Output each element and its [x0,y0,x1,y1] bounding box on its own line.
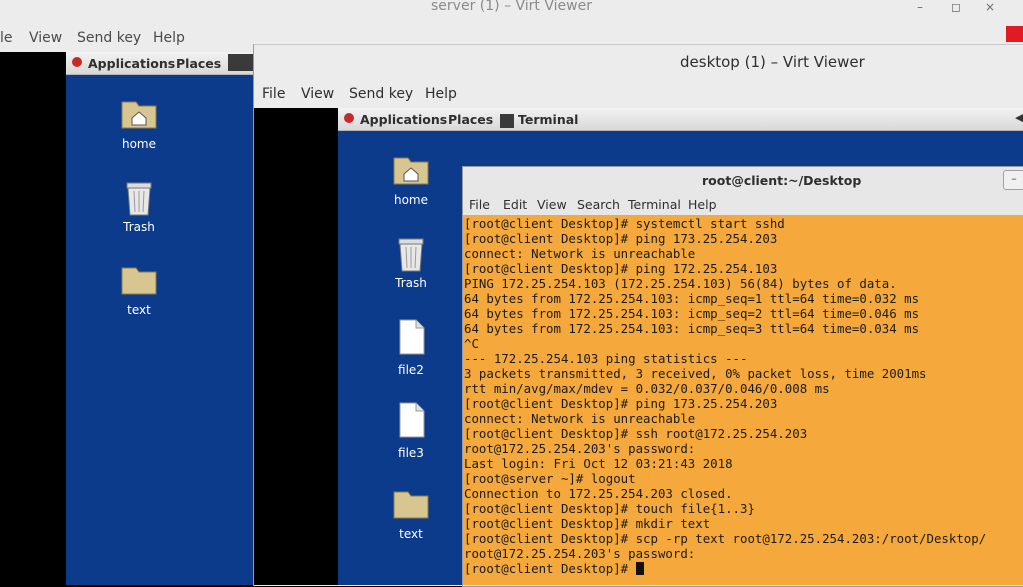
volume-icon[interactable]: ◀ [1015,111,1023,124]
desktop-icon-file2[interactable]: file2 [371,318,451,377]
terminal-task-icon[interactable] [228,54,253,71]
terminal-line: 3 packets transmitted, 3 received, 0% pa… [464,366,927,381]
menu-help[interactable]: Help [425,86,457,102]
terminal-minimize-button[interactable]: – [1003,170,1023,190]
menu-send-key[interactable]: Send key [77,30,141,46]
desktop-top-panel: Applications Places Terminal ◀ [338,108,1023,131]
menu-view[interactable]: View [301,86,334,102]
home-folder-icon [393,157,429,185]
home-folder-icon [121,101,157,129]
terminal-title: root@client:~/Desktop [702,173,862,188]
desktop-guest-border [254,108,338,585]
terminal-line: [root@client Desktop]# ping 173.25.254.2… [464,396,778,411]
server-viewer-titlebar[interactable]: server (1) – Virt Viewer [0,0,1023,22]
applications-menu[interactable]: Applications [360,112,447,127]
terminal-prompt: [root@client Desktop]# [464,561,636,576]
desktop-icon-label: text [127,303,151,317]
places-menu[interactable]: Places [176,56,221,71]
terminal-line: connect: Network is unreachable [464,411,696,426]
terminal-line: [root@server ~]# logout [464,471,636,486]
terminal-line: rtt min/avg/max/mdev = 0.032/0.037/0.046… [464,381,830,396]
trash-icon [126,182,152,216]
terminal-menu-view[interactable]: View [537,197,567,212]
desktop-icon-label: file2 [398,363,424,377]
desktop-icon-label: home [121,137,157,151]
applications-menu[interactable]: Applications [88,56,175,71]
terminal-line: Last login: Fri Oct 12 03:21:43 2018 [464,456,733,471]
terminal-line: root@172.25.254.203's password: [464,546,696,561]
desktop-icon-text[interactable]: text [371,486,451,541]
desktop-icon-label: home [393,193,429,207]
menu-file[interactable]: File [262,86,285,102]
terminal-line: 64 bytes from 172.25.254.103: icmp_seq=2… [464,306,920,321]
taskbar-terminal[interactable]: Terminal [500,112,578,128]
terminal-menu-terminal[interactable]: Terminal [628,197,681,212]
terminal-line: root@172.25.254.203's password: [464,441,696,456]
server-top-panel: Applications Places [66,52,253,75]
server-guest-border [0,52,66,585]
red-indicator [1006,26,1023,42]
fedora-logo-icon [72,57,82,67]
fedora-logo-icon [344,113,354,123]
folder-icon [121,267,157,295]
desktop-icon-label: Trash [395,276,427,290]
menu-view[interactable]: View [29,30,62,46]
terminal-menu-help[interactable]: Help [688,197,717,212]
terminal-line: 64 bytes from 172.25.254.103: icmp_seq=1… [464,291,920,306]
terminal-line: --- 172.25.254.103 ping statistics --- [464,351,748,366]
terminal-text: [root@client Desktop]# systemctl start s… [464,216,986,576]
folder-icon [393,491,429,519]
menu-send-key[interactable]: Send key [349,86,413,102]
desktop-icon-label: Trash [123,220,155,234]
desktop-icon-home[interactable]: home [99,96,179,151]
terminal-line: PING 172.25.254.103 (172.25.254.103) 56(… [464,276,897,291]
desktop-icon-label: file3 [398,446,424,460]
minimize-icon[interactable]: – [917,0,923,14]
terminal-line: [root@client Desktop]# ssh root@172.25.2… [464,426,808,441]
desktop-icon-trash[interactable]: Trash [99,179,179,234]
places-menu[interactable]: Places [448,112,493,127]
terminal-cursor [635,562,644,575]
terminal-line: Connection to 172.25.254.203 closed. [464,486,733,501]
desktop-viewer-titlebar[interactable]: desktop (1) – Virt Viewer [253,50,1023,74]
terminal-task-icon [500,113,514,128]
terminal-output-area[interactable]: [root@client Desktop]# systemctl start s… [463,215,1023,585]
desktop-icon-label: text [399,527,423,541]
menu-file[interactable]: le [0,30,13,46]
desktop-icon-file3[interactable]: file3 [371,401,451,460]
terminal-titlebar[interactable]: root@client:~/Desktop [462,170,1023,190]
terminal-line: [root@client Desktop]# ping 173.25.254.2… [464,231,778,246]
terminal-menu-edit[interactable]: Edit [503,197,527,212]
desktop-viewer-title: desktop (1) – Virt Viewer [680,53,865,71]
file-icon [399,319,425,355]
terminal-line: [root@client Desktop]# mkdir text [464,516,711,531]
maximize-icon[interactable]: ◻ [951,0,961,14]
terminal-line: 64 bytes from 172.25.254.103: icmp_seq=3… [464,321,920,336]
taskbar-terminal-label: Terminal [518,112,579,127]
desktop-icon-trash[interactable]: Trash [371,235,451,290]
desktop-icon-text[interactable]: text [99,262,179,317]
close-icon[interactable]: × [985,0,995,14]
terminal-line: [root@client Desktop]# ping 172.25.254.1… [464,261,778,276]
terminal-line: ^C [464,336,479,351]
terminal-menu-search[interactable]: Search [577,197,620,212]
server-viewer-title: server (1) – Virt Viewer [431,0,592,14]
menu-help[interactable]: Help [153,30,185,46]
terminal-line: [root@client Desktop]# systemctl start s… [464,216,785,231]
trash-icon [398,238,424,272]
file-icon [399,402,425,438]
terminal-line: [root@client Desktop]# touch file{1..3} [464,501,755,516]
terminal-menu-file[interactable]: File [469,197,490,212]
desktop-icon-home[interactable]: home [371,152,451,207]
terminal-line: connect: Network is unreachable [464,246,696,261]
terminal-line: [root@client Desktop]# scp -rp text root… [464,531,987,546]
